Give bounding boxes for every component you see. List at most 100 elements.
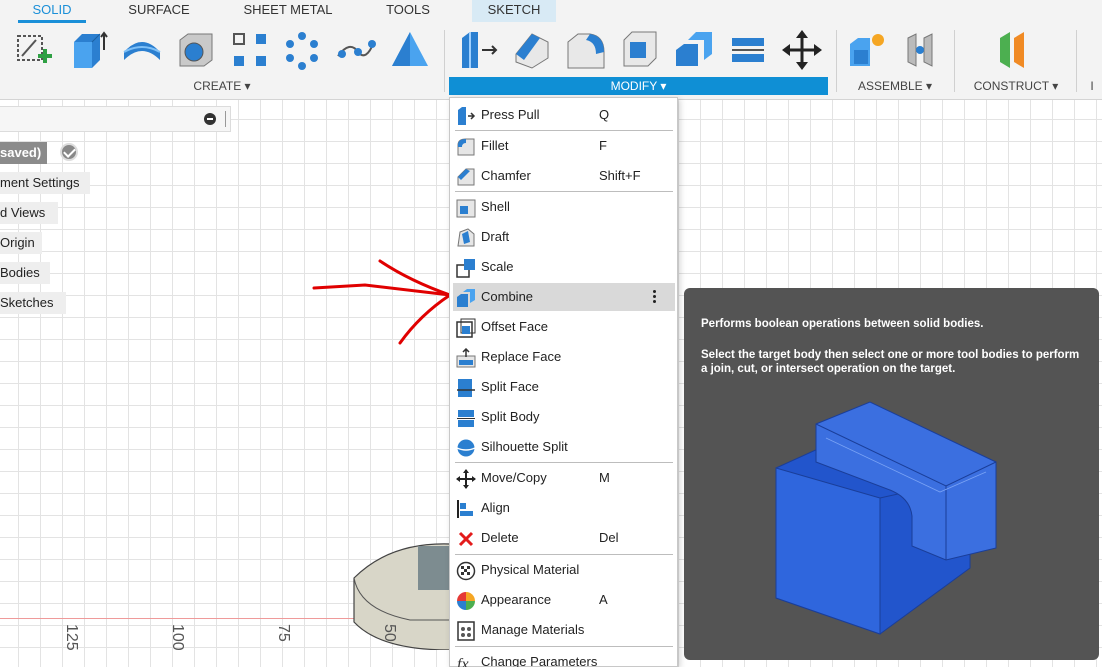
- tab-sheet-metal[interactable]: SHEET METAL: [238, 0, 338, 22]
- menu-item-chamfer[interactable]: Chamfer Shift+F: [453, 162, 675, 190]
- browser-document-settings[interactable]: ment Settings: [0, 172, 90, 194]
- manage-materials-icon: [456, 621, 476, 641]
- menu-item-label: Manage Materials: [481, 622, 585, 637]
- svg-text:fx: fx: [457, 656, 469, 667]
- combine-illustration: [775, 401, 997, 635]
- insert-menu[interactable]: I: [1082, 77, 1102, 95]
- tab-surface[interactable]: SURFACE: [124, 0, 194, 22]
- menu-item-label: Offset Face: [481, 319, 548, 334]
- browser-bodies[interactable]: Bodies: [0, 262, 50, 284]
- menu-item-delete[interactable]: Delete Del: [453, 524, 675, 552]
- tab-tools[interactable]: TOOLS: [378, 0, 438, 22]
- offset-plane-icon[interactable]: [994, 28, 1038, 72]
- physical-material-icon: [456, 561, 476, 581]
- menu-item-label: Shell: [481, 199, 510, 214]
- scale-icon: [456, 258, 476, 278]
- silhouette-split-icon: [456, 438, 476, 458]
- move-tool-icon[interactable]: [780, 28, 824, 72]
- menu-item-label: Physical Material: [481, 562, 580, 577]
- menu-item-split-body[interactable]: Split Body: [453, 403, 675, 431]
- menu-item-shortcut: Q: [599, 107, 610, 122]
- browser-sketches[interactable]: Sketches: [0, 292, 66, 314]
- split-body-tool-icon[interactable]: [726, 28, 770, 72]
- shell-icon: [456, 198, 476, 218]
- loft-icon[interactable]: [388, 28, 432, 72]
- menu-item-label: Delete: [481, 530, 519, 545]
- combine-icon: [456, 288, 476, 308]
- hole-icon[interactable]: [174, 28, 218, 72]
- combine-tooltip: Performs boolean operations between soli…: [684, 288, 1099, 660]
- menu-item-scale[interactable]: Scale: [453, 253, 675, 281]
- menu-item-shortcut: Del: [599, 530, 619, 545]
- move-copy-icon: [456, 469, 476, 489]
- annotation-arrow: [312, 259, 454, 345]
- menu-item-label: Scale: [481, 259, 514, 274]
- assemble-menu[interactable]: ASSEMBLE ▾: [840, 77, 950, 95]
- menu-item-manage-materials[interactable]: Manage Materials: [453, 616, 675, 644]
- press-pull-icon: [456, 106, 476, 126]
- check-icon: [60, 143, 78, 161]
- menu-item-combine[interactable]: Combine: [453, 283, 675, 311]
- extrude-icon[interactable]: [66, 28, 110, 72]
- menu-item-shell[interactable]: Shell: [453, 193, 675, 221]
- press-pull-tool-icon[interactable]: [456, 28, 500, 72]
- circular-pattern-icon[interactable]: [280, 28, 324, 72]
- menu-item-physical-material[interactable]: Physical Material: [453, 556, 675, 584]
- browser-document-node[interactable]: saved): [0, 142, 48, 164]
- construct-menu[interactable]: CONSTRUCT ▾: [960, 77, 1072, 95]
- menu-item-draft[interactable]: Draft: [453, 223, 675, 251]
- revolve-icon[interactable]: [120, 28, 164, 72]
- shell-tool-icon[interactable]: [618, 28, 662, 72]
- menu-item-appearance[interactable]: Appearance A: [453, 586, 675, 614]
- menu-item-fillet[interactable]: Fillet F: [453, 132, 675, 160]
- appearance-icon: [456, 591, 476, 611]
- menu-item-label: Change Parameters: [481, 654, 598, 667]
- menu-item-align[interactable]: Align: [453, 494, 675, 522]
- menu-item-label: Appearance: [481, 592, 552, 607]
- toolbar-ribbon: SOLID SURFACE SHEET METAL TOOLS SKETCH C…: [0, 0, 1102, 100]
- tooltip-summary: Performs boolean operations between soli…: [701, 318, 984, 330]
- sweep-icon[interactable]: [334, 28, 378, 72]
- delete-icon: [456, 529, 476, 549]
- offset-face-icon: [456, 318, 476, 338]
- draft-icon: [456, 228, 476, 248]
- menu-item-shortcut: A: [599, 592, 608, 607]
- tab-solid[interactable]: SOLID: [18, 0, 86, 23]
- combine-tool-icon[interactable]: [672, 28, 716, 72]
- menu-item-label: Split Face: [481, 379, 539, 394]
- chamfer-tool-icon[interactable]: [564, 28, 608, 72]
- browser-origin[interactable]: Origin: [0, 232, 42, 254]
- fillet-tool-icon[interactable]: [510, 28, 554, 72]
- collapse-icon[interactable]: [204, 113, 216, 125]
- menu-item-replace-face[interactable]: Replace Face: [453, 343, 675, 371]
- menu-item-label: Fillet: [481, 138, 509, 153]
- pattern-icon[interactable]: [228, 28, 272, 72]
- menu-item-silhouette-split[interactable]: Silhouette Split: [453, 433, 675, 461]
- menu-item-label: Press Pull: [481, 107, 540, 122]
- ruler-label: 75: [275, 624, 292, 642]
- menu-item-move-copy[interactable]: Move/Copy M: [453, 464, 675, 492]
- create-menu[interactable]: CREATE ▾: [0, 77, 444, 95]
- split-body-icon: [456, 408, 476, 428]
- viewport-body[interactable]: [350, 540, 450, 650]
- menu-item-press-pull[interactable]: Press Pull Q: [453, 101, 675, 129]
- split-face-icon: [456, 378, 476, 398]
- new-component-icon[interactable]: [846, 28, 890, 72]
- joint-icon[interactable]: [900, 28, 944, 72]
- menu-item-label: Draft: [481, 229, 510, 244]
- menu-item-label: Replace Face: [481, 349, 562, 364]
- browser-header: [0, 106, 231, 132]
- tab-sketch[interactable]: SKETCH: [472, 0, 556, 22]
- menu-item-offset-face[interactable]: Offset Face: [453, 313, 675, 341]
- create-sketch-icon[interactable]: [12, 28, 56, 72]
- more-options-icon[interactable]: [653, 289, 657, 305]
- menu-item-split-face[interactable]: Split Face: [453, 373, 675, 401]
- modify-menu[interactable]: MODIFY ▾: [449, 77, 828, 95]
- modify-dropdown: Press Pull Q Fillet F Chamfer Shift+F Sh…: [449, 97, 678, 667]
- menu-item-label: Split Body: [481, 409, 540, 424]
- menu-item-change-parameters[interactable]: fx Change Parameters: [453, 648, 675, 667]
- chamfer-icon: [456, 167, 476, 187]
- browser-named-views[interactable]: d Views: [0, 202, 58, 224]
- resize-grip[interactable]: [225, 111, 226, 127]
- align-icon: [456, 499, 476, 519]
